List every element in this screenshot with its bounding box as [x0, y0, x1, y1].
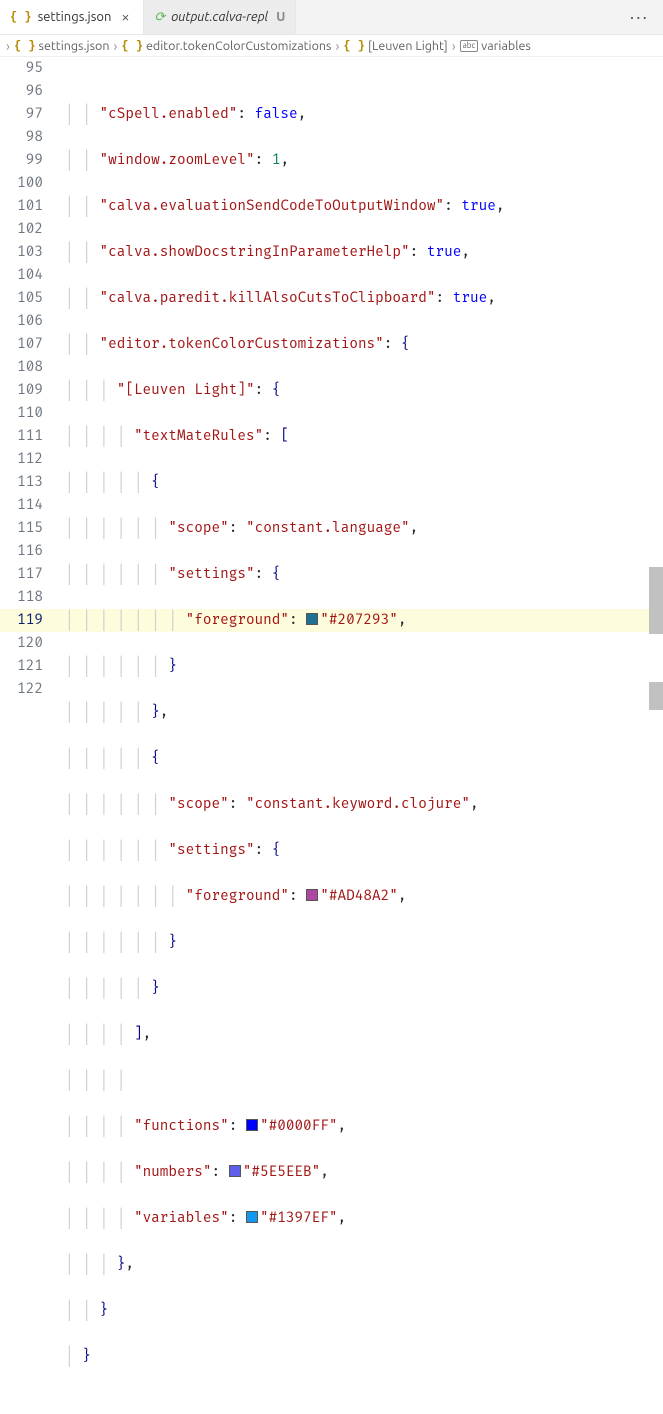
tab-overflow-button[interactable]: ···	[616, 7, 663, 27]
breadcrumb-key[interactable]: { } editor.tokenColorCustomizations	[121, 39, 331, 53]
breadcrumb-label: editor.tokenColorCustomizations	[146, 39, 331, 53]
code-content[interactable]: │ │ "cSpell.enabled": false, │ │ "window…	[65, 57, 663, 1414]
color-swatch	[306, 889, 318, 901]
string-icon: abc	[460, 40, 479, 52]
close-icon[interactable]: ×	[117, 10, 133, 25]
chevron-right-icon: ›	[6, 39, 10, 53]
tab-bar: { } settings.json × ⟳ output.calva-repl …	[0, 0, 663, 35]
color-swatch	[246, 1119, 258, 1131]
scroll-thumb[interactable]	[649, 567, 663, 634]
chevron-right-icon: ›	[113, 39, 117, 53]
color-swatch	[246, 1211, 258, 1223]
tab-output-calva-repl[interactable]: ⟳ output.calva-repl U	[144, 0, 296, 34]
breadcrumb-key[interactable]: { } [Leuven Light]	[343, 39, 447, 53]
tab-label: settings.json	[38, 10, 112, 24]
json-icon: { }	[343, 39, 365, 53]
modified-badge: U	[276, 10, 285, 24]
json-icon: { }	[10, 10, 32, 24]
json-icon: { }	[121, 39, 143, 53]
line-number-gutter: 9596979899100101102103104105106107108109…	[0, 57, 65, 1414]
breadcrumb-label: [Leuven Light]	[368, 39, 448, 53]
json-icon: { }	[14, 39, 36, 53]
tab-settings-json[interactable]: { } settings.json ×	[0, 0, 144, 34]
code-editor[interactable]: 9596979899100101102103104105106107108109…	[0, 57, 663, 1414]
breadcrumb-label: settings.json	[39, 39, 110, 53]
breadcrumb-file[interactable]: { } settings.json	[14, 39, 110, 53]
chevron-right-icon: ›	[335, 39, 339, 53]
color-swatch	[306, 613, 318, 625]
breadcrumb-label: variables	[481, 39, 531, 53]
clojure-icon: ⟳	[154, 10, 165, 25]
breadcrumb-key[interactable]: abc variables	[460, 39, 531, 53]
breadcrumb: › { } settings.json › { } editor.tokenCo…	[0, 35, 663, 57]
tab-label: output.calva-repl	[171, 10, 268, 24]
scroll-thumb[interactable]	[649, 682, 663, 710]
color-swatch	[229, 1165, 241, 1177]
vertical-scrollbar[interactable]	[649, 57, 663, 729]
chevron-right-icon: ›	[452, 39, 456, 53]
